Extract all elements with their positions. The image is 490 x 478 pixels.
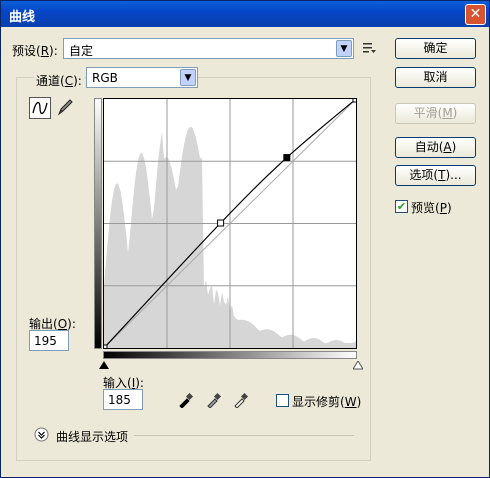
curve-point-selected xyxy=(283,154,291,162)
white-point-eyedropper-icon[interactable] xyxy=(233,392,249,409)
title-bar[interactable]: 曲线 ✕ xyxy=(1,1,489,27)
channel-select[interactable]: RGB ▼ xyxy=(86,67,198,88)
window-title: 曲线 xyxy=(9,10,36,25)
auto-button[interactable]: 自动(A) xyxy=(395,137,476,158)
preview-checkbox[interactable]: ✔ xyxy=(395,200,408,213)
input-field[interactable]: 185 xyxy=(103,389,143,410)
curve-graph-svg[interactable] xyxy=(100,95,360,352)
white-point-slider[interactable] xyxy=(353,361,363,370)
curve-point xyxy=(217,219,225,227)
preset-value: 自定 xyxy=(69,44,94,58)
smooth-button[interactable]: 平滑(M) xyxy=(395,103,476,124)
channel-label: 通道(C): xyxy=(34,72,84,89)
gray-point-eyedropper-icon[interactable] xyxy=(206,392,222,409)
black-point-eyedropper-icon[interactable] xyxy=(178,392,194,409)
curve-point-tool-icon[interactable] xyxy=(29,97,51,119)
output-gradient-bar xyxy=(94,98,102,349)
preset-options-icon[interactable] xyxy=(363,42,377,54)
black-point-slider[interactable] xyxy=(99,361,109,370)
options-button[interactable]: 选项(T)... xyxy=(395,165,476,186)
options-divider xyxy=(134,435,354,436)
show-clipping-checkbox[interactable] xyxy=(276,394,289,407)
expand-chevron-icon[interactable] xyxy=(34,427,49,442)
curve-point xyxy=(100,344,108,352)
curve-display-options-label: 曲线显示选项 xyxy=(56,430,129,444)
output-field[interactable]: 195 xyxy=(29,330,69,351)
ok-button[interactable]: 确定 xyxy=(395,38,476,59)
curve-graph[interactable] xyxy=(100,95,360,352)
chevron-down-icon: ▼ xyxy=(180,69,196,86)
preview-label: 预览(P) xyxy=(411,201,452,215)
preset-label: 预设(R): xyxy=(12,44,58,58)
pencil-tool-icon[interactable] xyxy=(55,97,77,119)
curve-point xyxy=(352,95,360,103)
cancel-button[interactable]: 取消 xyxy=(395,67,476,88)
show-clipping-label: 显示修剪(W) xyxy=(292,395,362,409)
input-gradient-bar xyxy=(103,351,357,359)
preset-select[interactable]: 自定 ▼ xyxy=(63,38,354,59)
close-button[interactable]: ✕ xyxy=(465,4,486,25)
chevron-down-icon: ▼ xyxy=(336,40,352,57)
channel-value: RGB xyxy=(92,71,118,85)
